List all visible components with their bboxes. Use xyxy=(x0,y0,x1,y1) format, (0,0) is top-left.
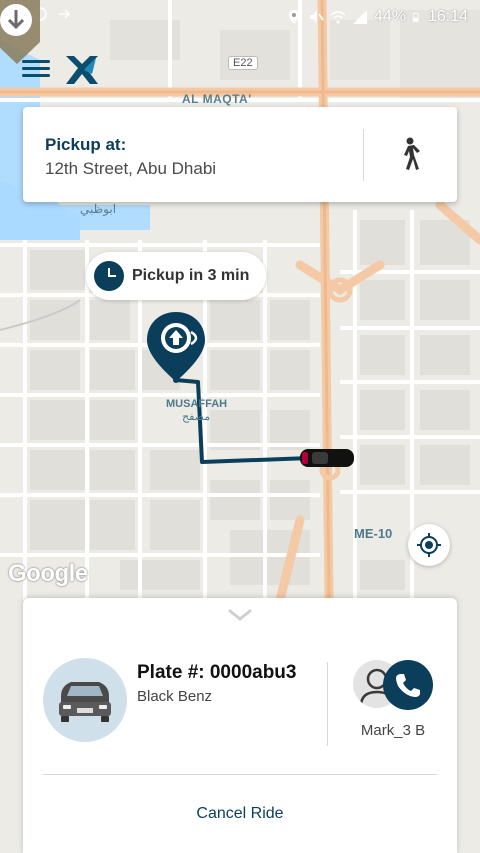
car-avatar xyxy=(43,658,127,742)
phone-icon xyxy=(396,674,420,697)
walking-icon[interactable] xyxy=(395,137,423,171)
pickup-card[interactable]: Pickup at: 12th Street, Abu Dhabi xyxy=(23,107,457,202)
share-notification-icon xyxy=(59,9,71,19)
my-location-button[interactable] xyxy=(408,524,450,566)
crosshair-icon xyxy=(417,533,441,557)
plate-number: Plate #: 0000abu3 xyxy=(137,662,297,683)
clock-icon xyxy=(94,261,124,291)
driver-name: Mark_3 B xyxy=(360,722,426,739)
eta-label: Pickup in 3 min xyxy=(132,267,250,284)
google-attribution: Google xyxy=(8,560,88,587)
menu-icon[interactable] xyxy=(22,56,50,82)
wifi-icon xyxy=(330,11,346,24)
pickup-pin-icon[interactable] xyxy=(143,308,209,384)
chevron-down-icon[interactable] xyxy=(227,608,253,622)
pickup-title: Pickup at: xyxy=(45,135,127,154)
mute-icon xyxy=(309,11,324,23)
eta-pill: Pickup in 3 min xyxy=(86,252,266,300)
sheet-vertical-divider xyxy=(327,662,328,746)
pickup-divider xyxy=(363,129,364,181)
location-icon xyxy=(288,10,299,24)
app-logo-icon xyxy=(66,56,98,84)
car-icon xyxy=(59,682,111,722)
car-marker-icon xyxy=(300,449,354,467)
map-label-arabic-abudhabi: ابوظبي xyxy=(80,202,117,216)
ride-details-sheet: Plate #: 0000abu3 Black Benz Mark_3 B Ca… xyxy=(23,598,457,853)
battery-icon xyxy=(412,12,419,22)
pickup-address[interactable]: 12th Street, Abu Dhabi xyxy=(45,159,216,179)
map-label-road-me10: ME-10 xyxy=(354,526,393,541)
signal-icon xyxy=(352,10,367,24)
sheet-horizontal-divider xyxy=(43,774,437,775)
clock-time: 16:14 xyxy=(427,8,468,25)
map-label-district-north: AL MAQTA' xyxy=(182,92,252,106)
status-bar: 44% 16:14 xyxy=(0,0,480,34)
call-driver-button[interactable] xyxy=(383,660,433,710)
car-model: Black Benz xyxy=(137,688,213,705)
cancel-ride-button[interactable]: Cancel Ride xyxy=(23,794,457,834)
map-label-district-musaffah-ar: مصفح xyxy=(182,411,211,423)
battery-percent: 44% xyxy=(373,8,406,25)
map-label-district-musaffah: MUSAFFAH xyxy=(166,398,228,410)
map-label-road-e22: E22 xyxy=(228,56,258,70)
